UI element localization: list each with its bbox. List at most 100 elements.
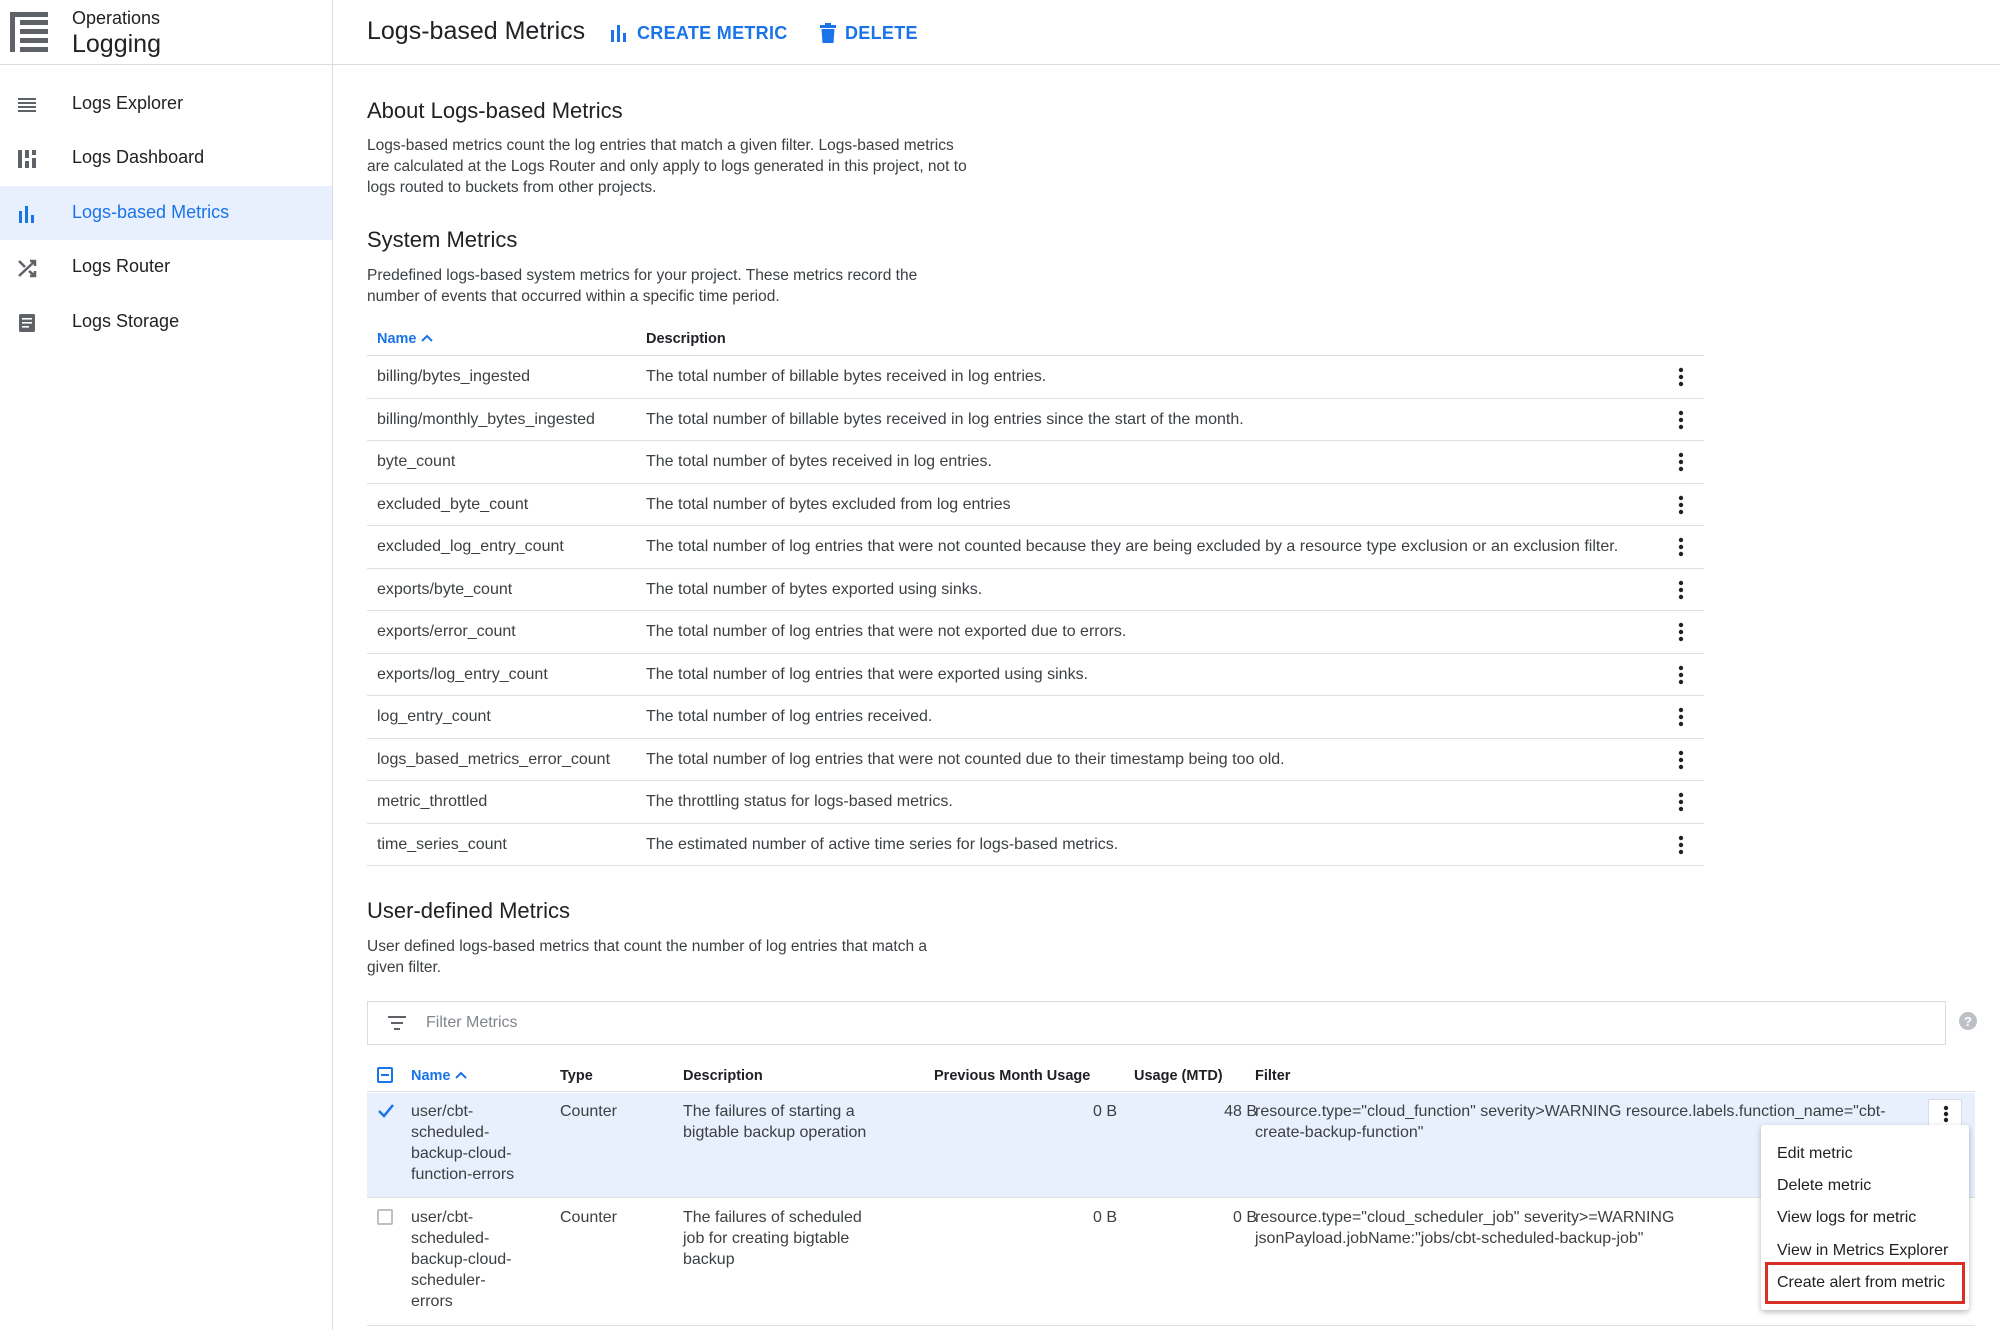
name-header-label: Name bbox=[377, 331, 417, 347]
filter-placeholder: Filter Metrics bbox=[426, 1014, 518, 1031]
menu-item-delete-metric[interactable]: Delete metric bbox=[1777, 1177, 1871, 1195]
metric-actions-menu: Edit metric Delete metric View logs for … bbox=[1761, 1125, 1969, 1310]
svg-text:?: ? bbox=[1964, 1014, 1972, 1029]
app-title: Logging bbox=[72, 30, 161, 58]
row-actions-button[interactable] bbox=[1928, 1099, 1962, 1127]
create-metric-button[interactable]: CREATE METRIC bbox=[609, 20, 788, 46]
more-vert-icon[interactable] bbox=[1669, 408, 1693, 432]
more-vert-icon[interactable] bbox=[1669, 450, 1693, 474]
metric-name[interactable]: user/cbt- scheduled- backup-cloud- funct… bbox=[411, 1101, 514, 1185]
table-row[interactable]: exports/byte_count The total number of by… bbox=[367, 569, 1704, 611]
filter-column-header: Filter bbox=[1255, 1068, 1291, 1084]
metric-name: billing/monthly_bytes_ingested bbox=[377, 410, 595, 428]
storage-icon bbox=[19, 314, 35, 332]
list-icon bbox=[18, 98, 36, 112]
table-row[interactable]: exports/log_entry_count The total number … bbox=[367, 654, 1704, 696]
more-vert-icon[interactable] bbox=[1669, 790, 1693, 814]
name-header-label: Name bbox=[411, 1068, 451, 1084]
menu-item-edit-metric[interactable]: Edit metric bbox=[1777, 1145, 1853, 1163]
metric-description: The failures of starting a bigtable back… bbox=[683, 1103, 867, 1141]
table-row[interactable]: byte_count The total number of bytes rece… bbox=[367, 441, 1704, 484]
sidebar-item-label: Logs Storage bbox=[72, 311, 180, 331]
more-vert-icon[interactable] bbox=[1669, 748, 1693, 772]
select-all-checkbox[interactable] bbox=[377, 1067, 393, 1083]
more-vert-icon[interactable] bbox=[1669, 705, 1693, 729]
more-vert-icon[interactable] bbox=[1669, 578, 1693, 602]
shuffle-icon bbox=[18, 259, 37, 278]
metric-description: The total number of log entries that wer… bbox=[646, 623, 1127, 640]
metric-description: The throttling status for logs-based met… bbox=[646, 793, 953, 810]
more-vert-icon[interactable] bbox=[1669, 493, 1693, 517]
sidebar-item-logs-dashboard[interactable]: Logs Dashboard bbox=[0, 131, 332, 185]
sidebar-item-logs-storage[interactable]: Logs Storage bbox=[0, 295, 332, 349]
name-column-header[interactable]: Name bbox=[377, 331, 433, 347]
sidebar-item-logs-explorer[interactable]: Logs Explorer bbox=[0, 77, 332, 131]
metric-name: logs_based_metrics_error_count bbox=[377, 750, 611, 768]
sidebar-item-label: Logs Router bbox=[72, 256, 171, 276]
metric-prev-usage: 0 B bbox=[1092, 1103, 1117, 1120]
metric-name: billing/bytes_ingested bbox=[377, 368, 530, 385]
sidebar: Operations Logging Logs Explorer Logs Da… bbox=[0, 0, 333, 1330]
menu-item-view-metrics-explorer[interactable]: View in Metrics Explorer bbox=[1777, 1242, 1948, 1260]
metric-name: excluded_log_entry_count bbox=[377, 538, 564, 555]
metric-description: The total number of log entries received… bbox=[646, 708, 933, 725]
metric-description: The total number of bytes received in lo… bbox=[646, 453, 992, 470]
table-row[interactable]: exports/error_count The total number of l… bbox=[367, 611, 1704, 654]
metric-name: exports/log_entry_count bbox=[377, 665, 548, 683]
more-vert-icon[interactable] bbox=[1669, 620, 1693, 644]
metric-name: exports/byte_count bbox=[377, 580, 513, 598]
bar-chart-icon bbox=[19, 206, 34, 223]
help-icon[interactable]: ? bbox=[1958, 1011, 1978, 1031]
name-column-header[interactable]: Name bbox=[411, 1068, 467, 1084]
delete-label: DELETE bbox=[845, 22, 918, 43]
sidebar-item-label: Logs Dashboard bbox=[72, 147, 205, 167]
metric-usage: 48 B bbox=[1224, 1103, 1257, 1120]
table-row[interactable]: log_entry_count The total number of log e… bbox=[367, 696, 1704, 739]
type-column-header: Type bbox=[560, 1068, 593, 1084]
table-row[interactable]: user/cbt- scheduled- backup-cloud- sched… bbox=[367, 1199, 1975, 1326]
delete-button[interactable]: DELETE bbox=[819, 20, 918, 46]
metric-prev-usage: 0 B bbox=[1092, 1209, 1117, 1226]
logging-logo-icon bbox=[10, 12, 48, 52]
checkmark-icon bbox=[378, 1104, 394, 1118]
description-column-header: Description bbox=[683, 1068, 763, 1084]
table-row[interactable]: excluded_byte_count The total number of b… bbox=[367, 484, 1704, 526]
table-row[interactable]: metric_throttled The throttling status fo… bbox=[367, 781, 1704, 824]
metric-name: byte_count bbox=[377, 453, 456, 470]
metric-description: The total number of bytes excluded from … bbox=[646, 495, 1011, 513]
table-row[interactable]: user/cbt- scheduled- backup-cloud- funct… bbox=[367, 1093, 1975, 1198]
metric-description: The total number of billable bytes recei… bbox=[646, 410, 1244, 428]
table-row[interactable]: billing/monthly_bytes_ingested The total … bbox=[367, 399, 1704, 441]
more-vert-icon[interactable] bbox=[1669, 365, 1693, 389]
user-defined-text: User defined logs-based metrics that cou… bbox=[367, 938, 928, 976]
menu-item-create-alert[interactable]: Create alert from metric bbox=[1777, 1274, 1945, 1292]
page-title: Logs-based Metrics bbox=[367, 17, 586, 45]
table-row[interactable]: logs_based_metrics_error_count The total … bbox=[367, 739, 1704, 781]
more-vert-icon[interactable] bbox=[1669, 663, 1693, 687]
metric-filter: resource.type="cloud_scheduler_job" seve… bbox=[1255, 1209, 1675, 1247]
metric-name: log_entry_count bbox=[377, 708, 491, 725]
more-vert-icon[interactable] bbox=[1669, 833, 1693, 857]
sidebar-item-label: Logs-based Metrics bbox=[72, 202, 230, 222]
system-metrics-table: Name Description billing/bytes_ingested T… bbox=[367, 322, 1704, 866]
table-row[interactable]: excluded_log_entry_count The total number… bbox=[367, 526, 1704, 569]
table-row[interactable]: billing/bytes_ingested The total number o… bbox=[367, 356, 1704, 399]
metric-usage: 0 B bbox=[1232, 1209, 1257, 1226]
row-checkbox[interactable] bbox=[377, 1103, 394, 1119]
system-metrics-text: Predefined logs-based system metrics for… bbox=[367, 267, 918, 305]
sidebar-item-logs-based-metrics[interactable]: Logs-based Metrics bbox=[0, 186, 332, 240]
row-checkbox[interactable] bbox=[377, 1209, 393, 1225]
more-vert-icon[interactable] bbox=[1669, 535, 1693, 559]
sidebar-item-logs-router[interactable]: Logs Router bbox=[0, 240, 332, 294]
metric-description: The estimated number of active time seri… bbox=[646, 835, 1119, 853]
menu-item-view-logs[interactable]: View logs for metric bbox=[1777, 1209, 1916, 1227]
about-text: Logs-based metrics count the log entries… bbox=[367, 137, 967, 196]
metric-description: The failures of scheduled job for creati… bbox=[683, 1209, 862, 1268]
metric-name: metric_throttled bbox=[377, 793, 488, 810]
filter-icon bbox=[388, 1016, 406, 1030]
table-row[interactable]: time_series_count The estimated number of… bbox=[367, 824, 1704, 866]
app-suptitle: Operations bbox=[72, 8, 161, 28]
filter-metrics-input[interactable]: Filter Metrics bbox=[367, 1001, 1946, 1045]
metric-name[interactable]: user/cbt- scheduled- backup-cloud- sched… bbox=[411, 1207, 512, 1312]
metric-description: The total number of log entries that wer… bbox=[646, 665, 1089, 683]
